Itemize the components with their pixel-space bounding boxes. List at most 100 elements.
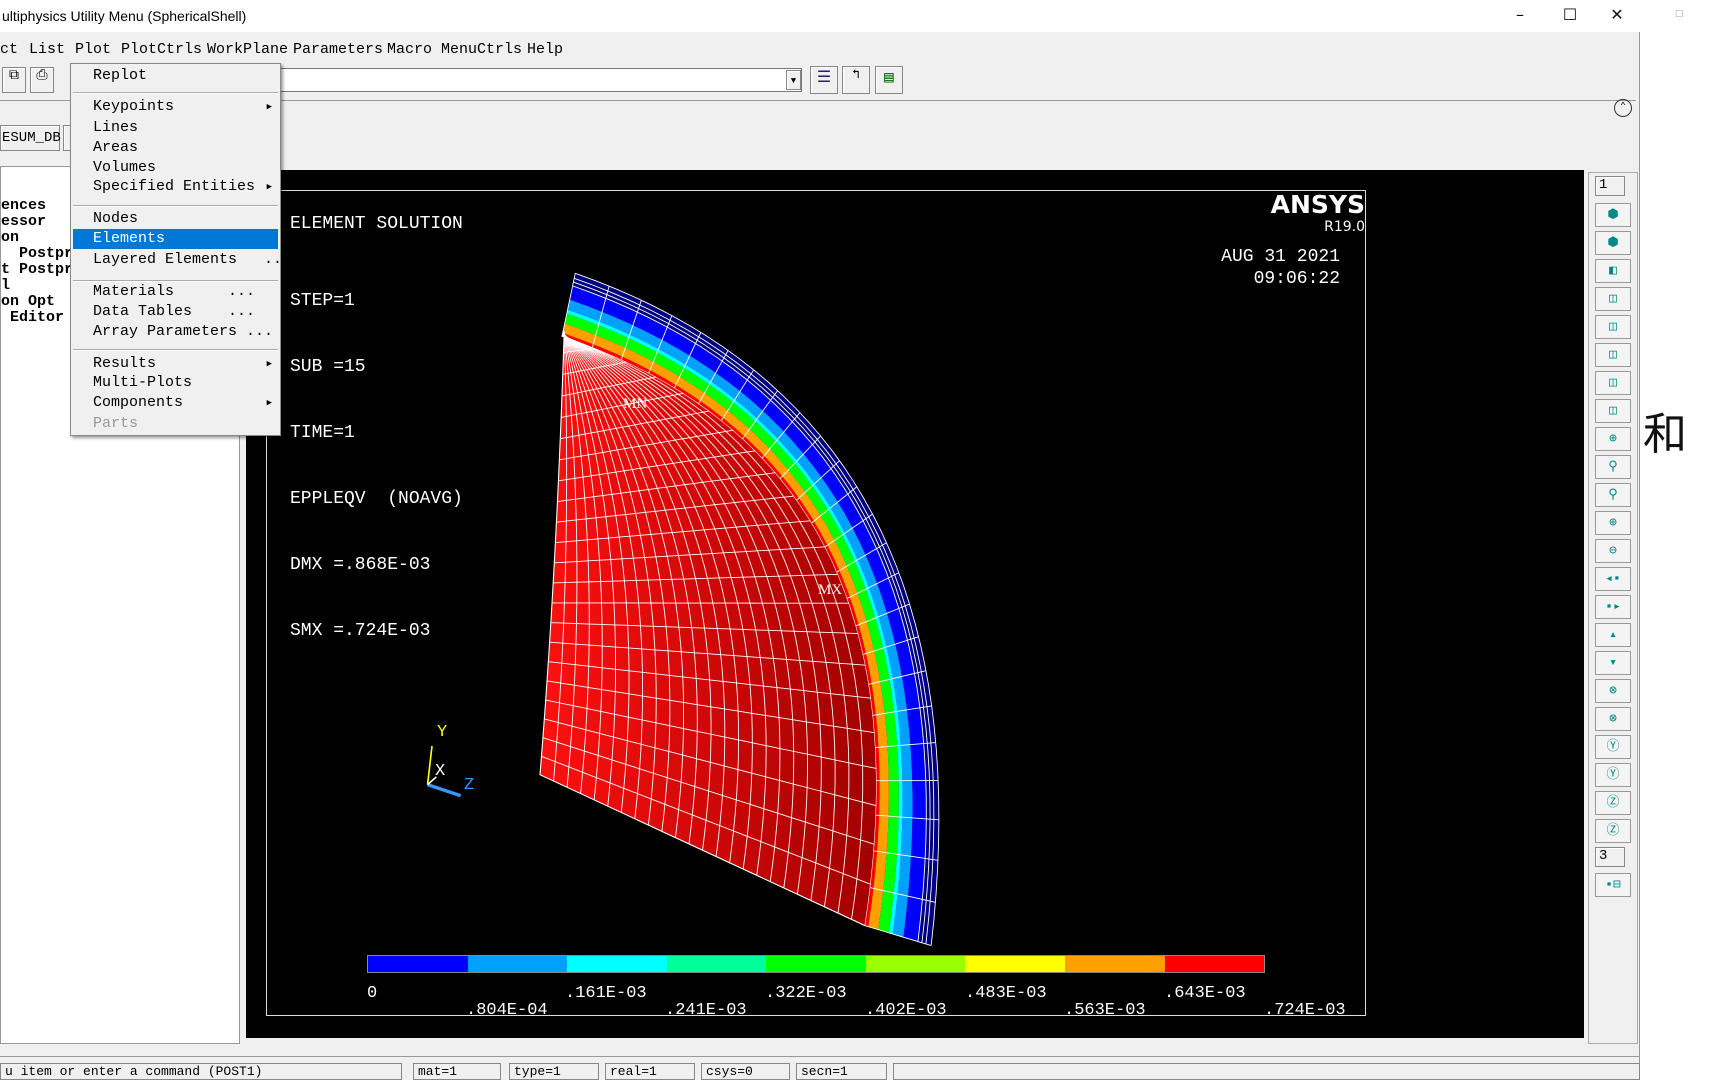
box-zoom-icon[interactable]: ⚲ — [1595, 455, 1631, 479]
ansys-window: ultiphysics Utility Menu (SphericalShell… — [0, 0, 1640, 1080]
rotate-y-pos-icon[interactable]: Ⓨ — [1595, 735, 1631, 759]
triad-y-axis — [426, 745, 433, 785]
menu-item-array[interactable]: Array Parameters ... — [73, 322, 278, 342]
rotate-x-neg-icon[interactable]: ⊗ — [1595, 707, 1631, 731]
color-legend — [367, 955, 1265, 973]
plot-info: STEP=1 SUB =15 TIME=1 EPPLEQV (NOAVG) DM… — [290, 246, 463, 686]
submenu-arrow-icon: ▶ — [266, 182, 272, 193]
menu-item-volumes[interactable]: Volumes — [73, 158, 278, 178]
rotate-increment-select[interactable]: 3 — [1595, 847, 1625, 867]
info-step: STEP=1 — [290, 291, 355, 311]
background-window — [1640, 0, 1728, 1080]
menu-item-components[interactable]: Components ▶ — [73, 393, 278, 413]
oblique-view-icon[interactable]: ⬢ — [1595, 231, 1631, 255]
legend-swatch — [368, 956, 468, 972]
menu-item-nodes[interactable]: Nodes — [73, 209, 278, 229]
submenu-arrow-icon: ▶ — [266, 398, 272, 409]
menu-item-lines[interactable]: Lines — [73, 118, 278, 138]
menu-item-label: Elements — [93, 230, 166, 248]
status-type: type=1 — [509, 1063, 599, 1080]
min-label: MN — [623, 396, 648, 412]
menu-item-label: Multi-Plots — [93, 374, 193, 392]
status-mat: mat=1 — [413, 1063, 501, 1080]
menu-item-data[interactable]: Data Tables ... — [73, 302, 278, 322]
top-view-icon[interactable]: ◫ — [1595, 315, 1631, 339]
win-zoom-icon[interactable]: ⚲ — [1595, 483, 1631, 507]
legend-label: 0 — [367, 984, 378, 1003]
menu-item-label: Layered Elements ... — [93, 251, 292, 269]
status-empty — [893, 1063, 1640, 1080]
info-item: EPPLEQV (NOAVG) — [290, 489, 463, 509]
info-smx: SMX =.724E-03 — [290, 621, 431, 641]
menu-item-multi-plots[interactable]: Multi-Plots — [73, 373, 278, 393]
menu-item-label: Components — [93, 394, 184, 412]
menu-item-label: Keypoints — [93, 97, 175, 115]
max-label: MX — [818, 582, 843, 598]
legend-swatch — [666, 956, 767, 972]
menu-separator — [73, 92, 278, 95]
menu-item-parts: Parts — [73, 414, 278, 434]
left-view-icon[interactable]: ◫ — [1595, 371, 1631, 395]
rotate-z-pos-icon[interactable]: Ⓩ — [1595, 791, 1631, 815]
pan-zoom-rotate-toolbar: 1 ⬢ ⬢ ◧ ◫ ◫ ◫ ◫ ◫ ⊕ ⚲ ⚲ ⊕ ⊖ ◂▪ ▪▸ ▴ ▾ ⊗ ⊗ Ⓨ Ⓨ Ⓩ Ⓩ ▪⊟ 3 — [1588, 172, 1638, 1044]
bottom-view-icon[interactable]: ◫ — [1595, 343, 1631, 367]
menu-separator — [73, 349, 278, 352]
zoom-in-icon[interactable]: ⊕ — [1595, 511, 1631, 535]
menu-item-label: Areas — [93, 138, 139, 156]
menu-item-label: Volumes — [93, 158, 157, 176]
menu-item-label: Array Parameters ... — [93, 322, 274, 340]
rotate-y-neg-icon[interactable]: Ⓨ — [1595, 763, 1631, 787]
window-select[interactable]: 1 — [1595, 176, 1625, 196]
menu-item-label: Replot — [93, 67, 148, 85]
right-view-icon[interactable]: ◫ — [1595, 399, 1631, 423]
menu-item-elements[interactable]: Elements — [73, 229, 278, 250]
back-view-icon[interactable]: ◫ — [1595, 287, 1631, 311]
menu-item-materials[interactable]: Materials ... — [73, 282, 278, 302]
menu-item-keypoints[interactable]: Keypoints ▶ — [73, 97, 278, 117]
menu-item-specified[interactable]: Specified Entities ▶ — [73, 177, 278, 197]
submenu-arrow-icon: ▶ — [266, 358, 272, 369]
menu-separator — [73, 204, 278, 207]
menu-item-label: Materials ... — [93, 283, 256, 301]
rotate-z-neg-icon[interactable]: Ⓩ — [1595, 819, 1631, 843]
legend-label: .161E-03 — [565, 984, 647, 1003]
iso-view-icon[interactable]: ⬢ — [1595, 203, 1631, 227]
dynamic-mode-icon[interactable]: ▪⊟ — [1595, 873, 1631, 897]
menu-separator — [73, 279, 278, 282]
ansys-logo: ANSYS — [1270, 190, 1365, 219]
triad-x-label: X — [435, 762, 446, 781]
submenu-arrow-icon: ▶ — [266, 101, 272, 112]
front-view-icon[interactable]: ◧ — [1595, 259, 1631, 283]
legend-label: .804E-04 — [466, 1001, 548, 1020]
legend-swatch — [965, 956, 1065, 972]
ansys-version: R19.0 — [1324, 219, 1365, 235]
pan-left-icon[interactable]: ◂▪ — [1595, 567, 1631, 591]
legend-label: .322E-03 — [765, 984, 847, 1003]
pan-right-icon[interactable]: ▪▸ — [1595, 595, 1631, 619]
legend-swatch — [467, 956, 568, 972]
menu-item-label: Nodes — [93, 210, 139, 228]
background-text: 和 — [1643, 409, 1687, 460]
legend-swatch — [766, 956, 866, 972]
info-sub: SUB =15 — [290, 357, 366, 377]
legend-swatch — [567, 956, 667, 972]
pan-up-icon[interactable]: ▴ — [1595, 623, 1631, 647]
zoom-icon[interactable]: ⊕ — [1595, 427, 1631, 451]
rotate-x-pos-icon[interactable]: ⊗ — [1595, 679, 1631, 703]
legend-label: .724E-03 — [1264, 1001, 1346, 1020]
menu-item-results[interactable]: Results ▶ — [73, 354, 278, 374]
legend-label: .563E-03 — [1064, 1001, 1146, 1020]
menu-item-layered[interactable]: Layered Elements ... — [73, 250, 291, 270]
plot-date: AUG 31 2021 — [1221, 247, 1340, 267]
legend-label: .241E-03 — [665, 1001, 747, 1020]
plot-dropdown-menu: Replot Keypoints ▶ Lines Areas Volumes Specifi… — [70, 63, 291, 436]
plot-heading: ELEMENT SOLUTION — [290, 214, 463, 234]
legend-label: .643E-03 — [1164, 984, 1246, 1003]
pan-down-icon[interactable]: ▾ — [1595, 651, 1631, 675]
background-maximize-icon[interactable]: ☐ — [1675, 5, 1683, 22]
legend-label: .483E-03 — [965, 984, 1047, 1003]
zoom-out-icon[interactable]: ⊖ — [1595, 539, 1631, 563]
menu-item-replot[interactable]: Replot — [73, 66, 278, 86]
menu-item-areas[interactable]: Areas — [73, 138, 278, 158]
legend-swatch — [1064, 956, 1165, 972]
